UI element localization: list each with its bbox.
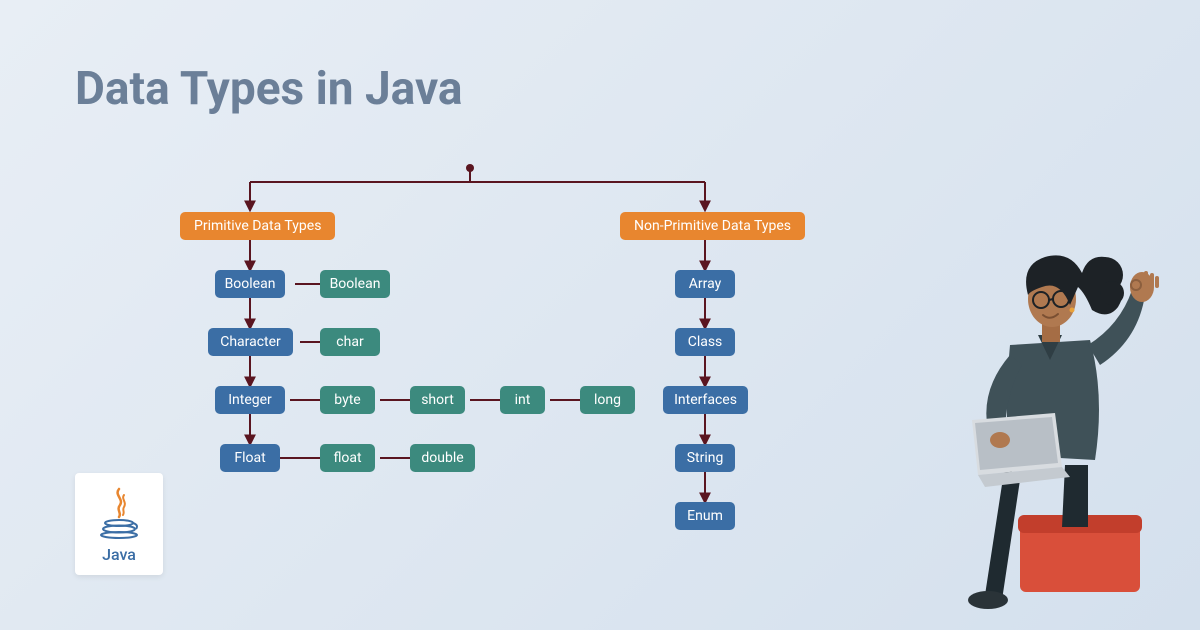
java-logo-text: Java: [102, 545, 136, 564]
node-byte: byte: [320, 386, 375, 414]
node-boolean-sub: Boolean: [320, 270, 390, 298]
node-char: char: [320, 328, 380, 356]
person-illustration: [910, 195, 1170, 615]
node-float: Float: [220, 444, 280, 472]
laptop-icon: [972, 413, 1070, 487]
node-enum: Enum: [675, 502, 735, 530]
diagram-container: Primitive Data Types Boolean Boolean Cha…: [165, 160, 865, 580]
java-cup-icon: [96, 485, 142, 543]
node-class: Class: [675, 328, 735, 356]
node-float-sub: float: [320, 444, 375, 472]
node-double: double: [410, 444, 475, 472]
java-logo: Java: [75, 473, 163, 575]
node-integer: Integer: [215, 386, 285, 414]
page-title: Data Types in Java: [75, 62, 463, 116]
node-primitive: Primitive Data Types: [180, 212, 335, 240]
node-character: Character: [208, 328, 293, 356]
node-string: String: [675, 444, 735, 472]
node-nonprimitive: Non-Primitive Data Types: [620, 212, 805, 240]
node-int: int: [500, 386, 545, 414]
node-array: Array: [675, 270, 735, 298]
node-boolean: Boolean: [215, 270, 285, 298]
node-long: long: [580, 386, 635, 414]
node-short: short: [410, 386, 465, 414]
node-interfaces: Interfaces: [663, 386, 748, 414]
